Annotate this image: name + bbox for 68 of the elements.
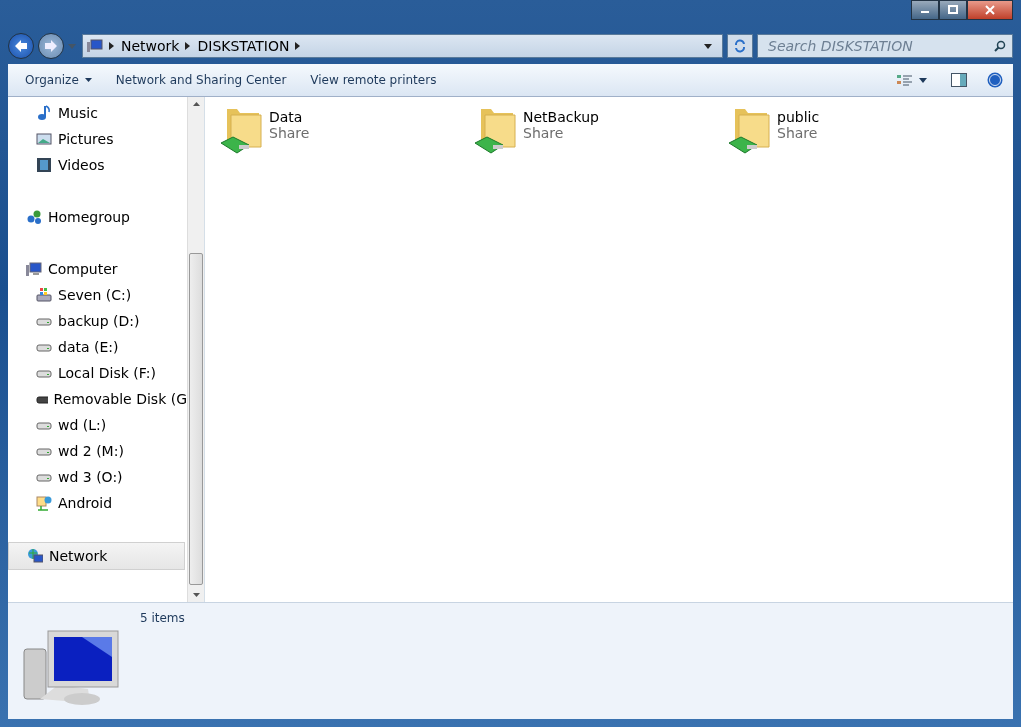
minimize-button[interactable] [911,0,939,20]
help-icon[interactable] [987,72,1003,88]
forward-button[interactable] [38,33,64,59]
caret-icon [84,78,92,82]
breadcrumb-arrow-icon[interactable] [185,42,192,50]
share-type: Share [777,125,819,141]
network-icon [87,39,103,53]
picture-icon [36,131,52,147]
toolbar-button[interactable]: Organize [16,69,101,91]
share-type: Share [523,125,565,141]
search-icon [994,40,1006,52]
homegroup-icon [26,209,42,225]
search-field[interactable]: Search DISKSTATION [766,37,994,55]
close-button[interactable] [967,0,1013,20]
toolbar-button[interactable]: View remote printers [301,69,446,91]
view-caret-icon[interactable] [919,77,927,83]
sidebar-item[interactable]: wd (L:) [8,412,187,438]
close-icon [984,5,996,15]
address-bar[interactable]: Network DISKSTATION [82,34,723,58]
sidebar-item[interactable]: Music [8,100,187,126]
breadcrumb-arrow-icon[interactable] [295,42,302,50]
share-item[interactable]: public Share [727,105,981,155]
sidebar-item[interactable]: Videos [8,152,187,178]
sidebar-item[interactable]: wd 3 (O:) [8,464,187,490]
scrollbar-thumb[interactable] [189,253,203,585]
computer-icon [26,261,42,277]
network-icon [27,548,43,564]
breadcrumb-arrow-icon[interactable] [109,42,115,50]
dropdown-caret-icon[interactable] [704,43,712,49]
preview-pane-icon[interactable] [951,73,967,87]
sidebar-item[interactable]: Network [8,542,185,570]
share-name: public [777,109,820,125]
music-note-icon [36,105,52,121]
maximize-icon [947,5,959,15]
back-button[interactable] [8,33,34,59]
sidebar-item[interactable]: Local Disk (F:) [8,360,187,386]
drive-icon [36,287,52,303]
computer-icon [22,627,122,707]
back-arrow-icon [13,39,29,53]
sidebar-item[interactable]: Android [8,490,187,516]
sidebar-item[interactable]: backup (D:) [8,308,187,334]
breadcrumb[interactable]: DISKSTATION [197,38,290,54]
sidebar-item[interactable]: Pictures [8,126,187,152]
refresh-button[interactable] [727,34,753,58]
sidebar-item[interactable]: wd 2 (M:) [8,438,187,464]
sidebar-item[interactable]: data (E:) [8,334,187,360]
view-options-icon[interactable] [897,74,913,86]
sidebar-item[interactable]: Seven (C:) [8,282,187,308]
sidebar-item[interactable]: Removable Disk (G [8,386,187,412]
status-item-count: 5 items [140,611,185,625]
sidebar-item[interactable]: Homegroup [8,204,187,230]
toolbar-button[interactable]: Network and Sharing Center [106,69,296,91]
breadcrumb[interactable]: Network [121,38,180,54]
share-item[interactable]: NetBackup Share [473,105,727,155]
forward-arrow-icon [43,39,59,53]
film-icon [36,157,52,173]
scrollbar[interactable] [187,97,204,602]
device-icon [36,495,52,511]
share-item[interactable]: Data Share [219,105,473,155]
maximize-button[interactable] [939,0,967,20]
share-name: NetBackup [523,109,599,125]
share-type: Share [269,125,310,141]
scroll-down-icon[interactable] [192,593,200,597]
search-box[interactable]: Search DISKSTATION [757,34,1013,58]
scroll-up-icon[interactable] [192,102,200,106]
sidebar-item[interactable]: Computer [8,256,187,282]
share-name: Data [269,109,304,125]
refresh-icon [733,39,747,53]
